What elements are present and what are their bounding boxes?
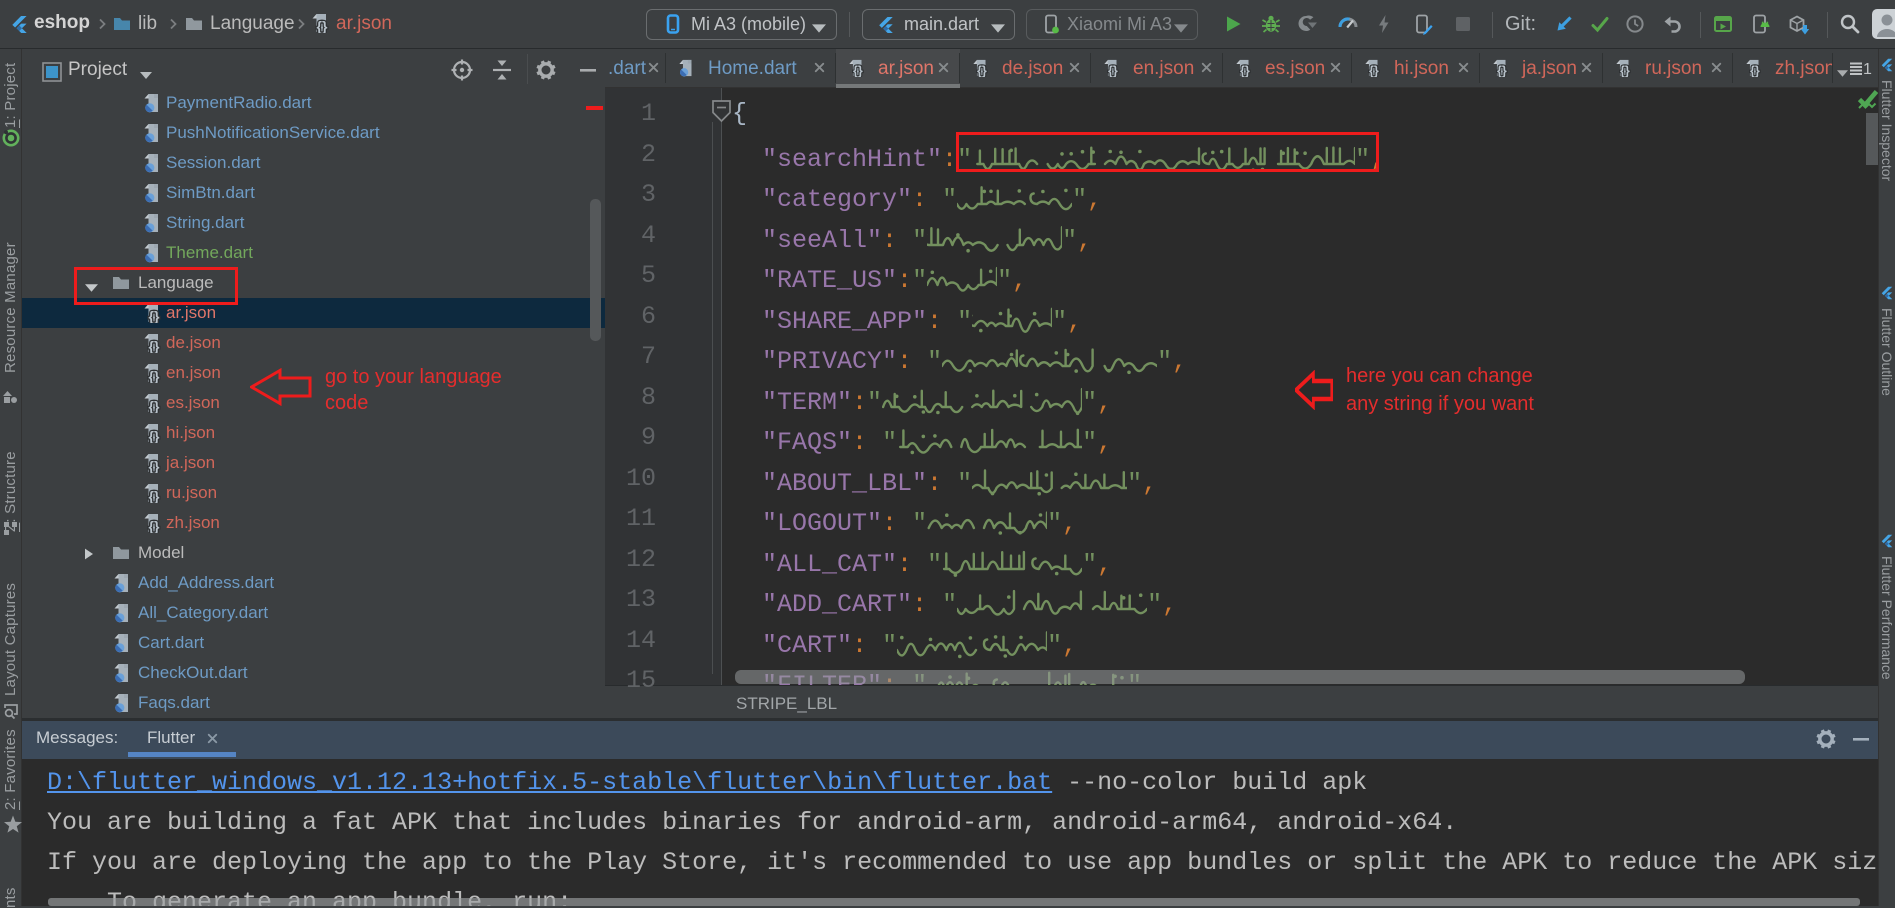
svg-text:{}: {} — [317, 18, 328, 33]
